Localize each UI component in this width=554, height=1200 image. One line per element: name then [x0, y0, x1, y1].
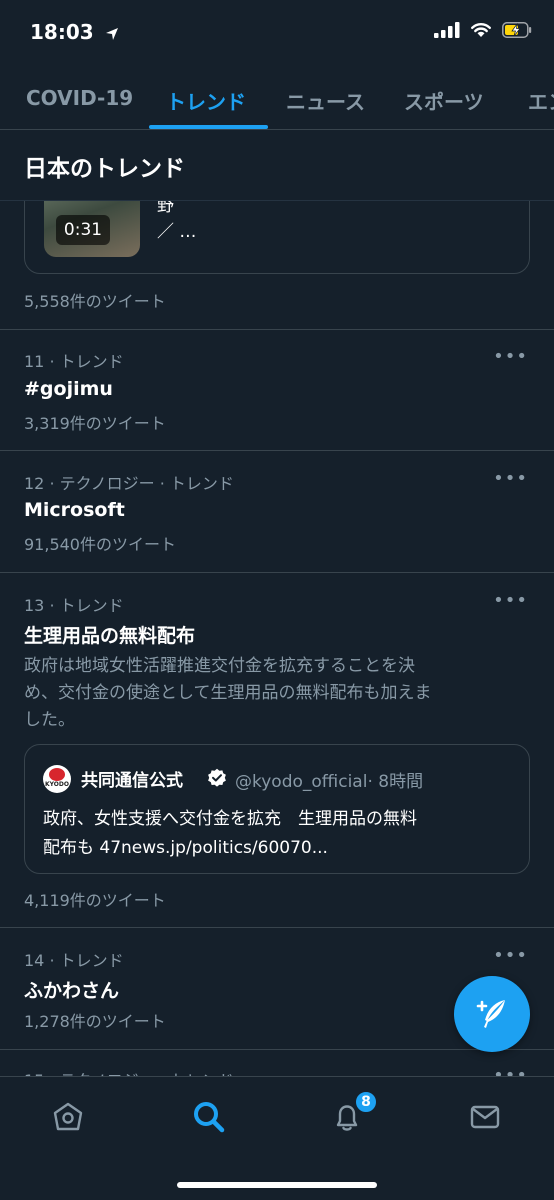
nav-search[interactable]: [189, 1097, 229, 1137]
tweet-count: 91,540件のツイート: [24, 535, 176, 554]
tweet-text: 政府、女性支援へ交付金を拡充 生理用品の無料 配布も 47news.jp/pol…: [43, 805, 417, 863]
verified-badge-icon: [208, 768, 226, 787]
more-options-icon[interactable]: •••: [493, 590, 528, 611]
status-icons: [434, 22, 532, 38]
tweet-count: 5,558件のツイート: [24, 292, 166, 311]
author-avatar[interactable]: KYODO: [43, 765, 71, 793]
trend-name: Microsoft: [24, 499, 125, 521]
trend-name: #gojimu: [24, 378, 113, 400]
tweet-text-line: 政府、女性支援へ交付金を拡充 生理用品の無料: [43, 809, 417, 829]
section-header: 日本のトレンド: [0, 131, 554, 201]
mail-icon: [470, 1105, 500, 1129]
description-line: した。: [24, 710, 75, 730]
notification-count-badge: 8: [354, 1090, 378, 1114]
trend-name: 生理用品の無料配布: [24, 625, 196, 647]
trend-item[interactable]: 11 · トレンド ••• #gojimu 3,319件のツイート: [0, 330, 554, 450]
trend-item[interactable]: 12 · テクノロジー · トレンド ••• Microsoft 91,540件…: [0, 451, 554, 571]
trend-meta: 13 · トレンド: [24, 596, 124, 615]
tab-entertainment[interactable]: エン: [528, 86, 554, 115]
tweet-count: 4,119件のツイート: [24, 891, 166, 910]
trend-name: ふかわさん: [24, 980, 120, 1002]
section-title: 日本のトレンド: [24, 156, 185, 182]
battery-charging-icon: [502, 22, 532, 38]
compose-tweet-button[interactable]: [454, 976, 530, 1052]
tab-trends[interactable]: トレンド: [166, 86, 246, 115]
bottom-navigation: [0, 1076, 554, 1200]
trend-meta: 12 · テクノロジー · トレンド: [24, 474, 234, 493]
compose-tweet-icon: [476, 1000, 505, 1028]
more-options-icon[interactable]: •••: [493, 346, 528, 367]
trend-meta: 11 · トレンド: [24, 352, 124, 371]
tweet-time: · 8時間: [367, 772, 424, 792]
tweet-count: 1,278件のツイート: [24, 1012, 166, 1031]
embedded-tweet[interactable]: KYODO 共同通信公式 @kyodo_official· 8時間 政府、女性支…: [24, 744, 530, 874]
cellular-signal-icon: [434, 22, 460, 38]
wifi-icon: [471, 23, 491, 37]
nav-messages[interactable]: [465, 1097, 505, 1137]
home-indicator[interactable]: [177, 1182, 377, 1188]
card-snippet-line2: ／ …: [157, 222, 197, 242]
tweet-count: 3,319件のツイート: [24, 414, 166, 433]
nav-home[interactable]: [48, 1097, 88, 1137]
author-name[interactable]: 共同通信公式: [81, 766, 183, 791]
trend-description: 政府は地域女性活躍推進交付金を拡充することを決 め、交付金の使途として生理用品の…: [24, 653, 432, 734]
status-bar-time: 18:03: [30, 20, 119, 44]
home-icon: [53, 1102, 83, 1131]
explore-tabs: COVID-19 トレンド ニュース スポーツ エン: [0, 78, 554, 130]
author-handle: @kyodo_official: [235, 772, 368, 792]
author-handle-time: @kyodo_official· 8時間: [235, 767, 423, 792]
trend-item[interactable]: 13 · トレンド ••• 生理用品の無料配布 政府は地域女性活躍推進交付金を拡…: [0, 573, 554, 927]
tweet-text-line[interactable]: 配布も 47news.jp/politics/60070...: [43, 834, 417, 863]
active-tab-indicator: [149, 125, 268, 129]
description-line: め、交付金の使途として生理用品の無料配布も加えま: [24, 683, 432, 703]
more-options-icon[interactable]: •••: [493, 945, 528, 966]
video-duration: 0:31: [56, 215, 110, 245]
search-icon: [194, 1102, 225, 1133]
description-line: 政府は地域女性活躍推進交付金を拡充することを決: [24, 656, 415, 676]
more-options-icon[interactable]: •••: [493, 468, 528, 489]
location-arrow-icon: [105, 27, 118, 40]
tab-news[interactable]: ニュース: [286, 86, 365, 115]
trend-meta: 14 · トレンド: [24, 951, 124, 970]
tab-covid19[interactable]: COVID-19: [26, 86, 133, 110]
tab-sports[interactable]: スポーツ: [404, 86, 484, 115]
